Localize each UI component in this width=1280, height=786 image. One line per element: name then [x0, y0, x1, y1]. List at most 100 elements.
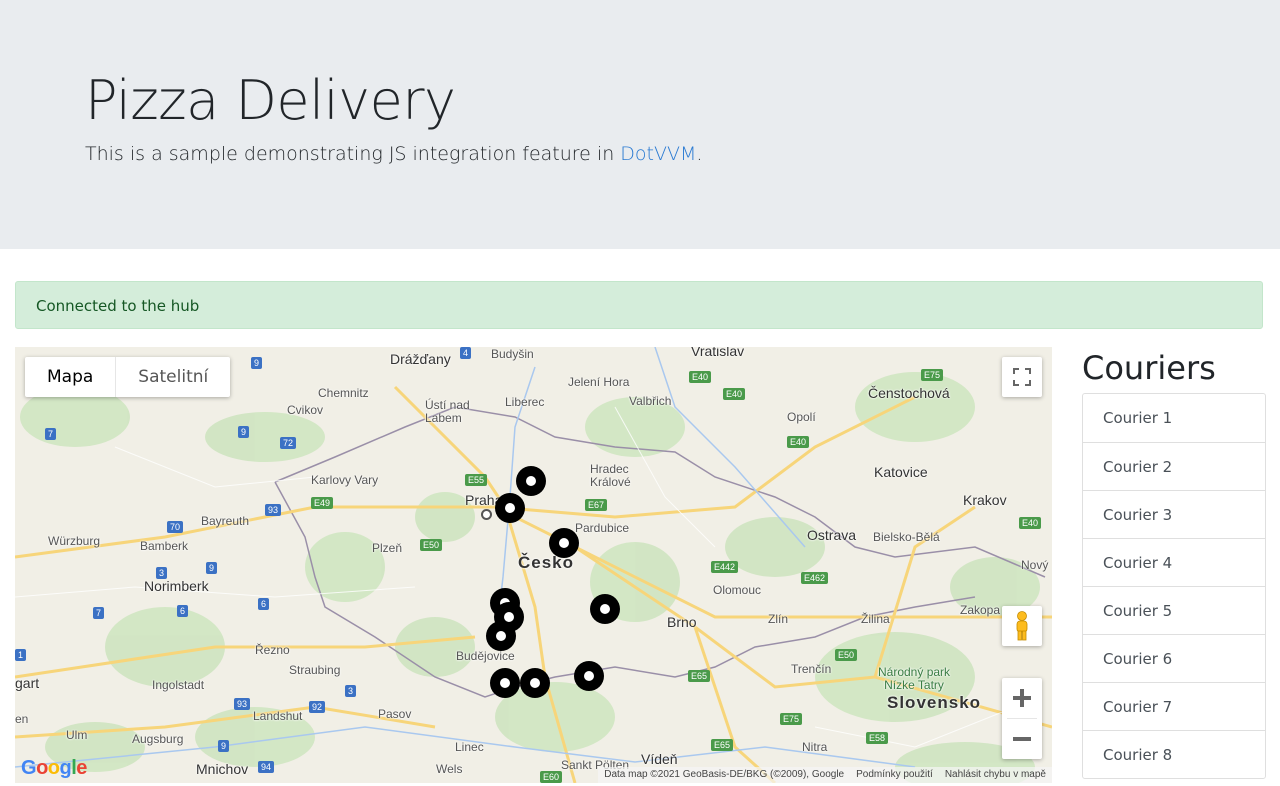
- map-label-ingolstadt: Ingolstadt: [152, 678, 205, 692]
- road-shield: 7: [45, 428, 57, 440]
- couriers-heading: Couriers: [1082, 349, 1216, 387]
- map-label-brno: Brno: [667, 614, 697, 630]
- road-shield: E40: [787, 436, 810, 448]
- road-shield: 9: [251, 357, 263, 369]
- map-label-budysin: Budyšin: [491, 347, 534, 361]
- road-shield: E65: [711, 739, 734, 751]
- map-label-norimberk: Norimberk: [144, 578, 209, 594]
- courier-item[interactable]: Courier 2: [1083, 442, 1265, 490]
- road-shield: E50: [420, 539, 443, 551]
- road-shield: 1: [15, 649, 27, 661]
- courier-marker[interactable]: [495, 493, 525, 523]
- road-shield: E55: [465, 474, 488, 486]
- map-label-censtochova: Čenstochová: [868, 385, 950, 401]
- road-shield: E40: [1019, 517, 1042, 529]
- road-shield: E67: [585, 499, 608, 511]
- map-label-jelenihora: Jelení Hora: [568, 375, 630, 389]
- map-data-credit: Data map ©2021 GeoBasis-DE/BKG (©2009), …: [604, 769, 845, 780]
- google-logo[interactable]: Google: [21, 757, 87, 780]
- road-shield: E50: [835, 649, 858, 661]
- road-shield: 4: [460, 347, 472, 359]
- map-label-opole: Opolí: [787, 410, 816, 424]
- map-label-rezno: Řezno: [255, 643, 290, 657]
- map-label-wels: Wels: [436, 762, 463, 776]
- road-shield: E49: [311, 497, 334, 509]
- zoom-in-button[interactable]: [1002, 678, 1042, 718]
- courier-marker[interactable]: [516, 466, 546, 496]
- road-shield: 9: [238, 426, 250, 438]
- map-label-cvikov: Cvikov: [287, 403, 324, 417]
- lead-text: This is a sample demonstrating JS integr…: [85, 143, 702, 165]
- courier-item[interactable]: Courier 3: [1083, 490, 1265, 538]
- map-label-usti: Ústí nad Labem: [425, 398, 470, 425]
- map-label-en: en: [15, 712, 29, 726]
- courier-marker[interactable]: [486, 621, 516, 651]
- street-view-button[interactable]: [1002, 606, 1042, 646]
- map-label-hradec: Hradec Králové: [590, 462, 631, 489]
- courier-marker[interactable]: [574, 661, 604, 691]
- zoom-out-button[interactable]: [1002, 719, 1042, 759]
- map-type-control: Mapa Satelitní: [25, 357, 231, 397]
- map-label-liberec: Liberec: [505, 395, 545, 409]
- road-shield: E75: [780, 713, 803, 725]
- courier-marker[interactable]: [520, 668, 550, 698]
- courier-item[interactable]: Courier 5: [1083, 586, 1265, 634]
- road-shield: 3: [156, 567, 168, 579]
- map-label-straubing: Straubing: [289, 663, 341, 677]
- road-shield: 3: [345, 685, 357, 697]
- courier-item[interactable]: Courier 1: [1083, 394, 1265, 442]
- map-label-ulm: Ulm: [66, 728, 88, 742]
- courier-item[interactable]: Courier 8: [1083, 730, 1265, 778]
- map-label-karlovyvary: Karlovy Vary: [311, 473, 379, 487]
- terms-link[interactable]: Podmínky použití: [856, 767, 933, 783]
- road-shield: 70: [167, 521, 184, 533]
- map-label-bielsko: Bielsko-Bělá: [873, 530, 940, 544]
- map-label-bamberk: Bamberk: [140, 539, 189, 553]
- map-label-olomouc: Olomouc: [713, 583, 762, 597]
- road-shield: E60: [540, 771, 563, 783]
- courier-item[interactable]: Courier 7: [1083, 682, 1265, 730]
- road-shield: 93: [234, 698, 251, 710]
- map-type-map-button[interactable]: Mapa: [25, 357, 117, 397]
- map-label-viden: Vídeň: [641, 751, 678, 767]
- fullscreen-button[interactable]: [1002, 357, 1042, 397]
- courier-item[interactable]: Courier 4: [1083, 538, 1265, 586]
- road-shield: 92: [309, 701, 326, 713]
- map-label-ostrava: Ostrava: [807, 527, 857, 543]
- map-label-vratislav: Vratislav: [691, 347, 745, 359]
- road-shield: E40: [723, 388, 746, 400]
- map-label-landshut: Landshut: [253, 709, 303, 723]
- map-label-walbrich: Valbřich: [629, 394, 672, 408]
- road-shield: E65: [688, 670, 711, 682]
- courier-marker[interactable]: [549, 528, 579, 558]
- map-label-chemnitz: Chemnitz: [318, 386, 369, 400]
- map-label-cesko: Česko: [518, 553, 575, 572]
- map-label-novy: Nový: [1021, 558, 1049, 572]
- road-shield: 7: [93, 607, 105, 619]
- map-label-plzen: Plzeň: [372, 541, 403, 555]
- map-label-linec: Linec: [455, 740, 484, 754]
- map-label-krakov: Krakov: [963, 492, 1007, 508]
- road-shield: E75: [921, 369, 944, 381]
- report-error-link[interactable]: Nahlásit chybu v mapě: [945, 767, 1046, 783]
- courier-marker[interactable]: [490, 668, 520, 698]
- map-label-drazdany: Drážďany: [390, 351, 451, 367]
- map-label-pasov: Pasov: [378, 707, 412, 721]
- map-label-zlin: Zlín: [768, 612, 789, 626]
- map-label-wurzburg: Würzburg: [48, 534, 101, 548]
- dotvvm-link[interactable]: DotVVM: [620, 143, 696, 165]
- pegman-icon: [1016, 611, 1028, 641]
- map-type-satellite-button[interactable]: Satelitní: [116, 357, 230, 397]
- road-shield: 9: [218, 740, 230, 752]
- fullscreen-icon: [1013, 368, 1031, 386]
- couriers-list: Courier 1 Courier 2 Courier 3 Courier 4 …: [1082, 393, 1266, 779]
- lead-prefix: This is a sample demonstrating JS integr…: [85, 143, 621, 165]
- courier-marker[interactable]: [590, 594, 620, 624]
- map-label-zilina: Žilina: [861, 612, 890, 626]
- courier-item[interactable]: Courier 6: [1083, 634, 1265, 682]
- map[interactable]: Drážďany Budyšin Vratislav Chemnitz Jele…: [15, 347, 1052, 783]
- map-label-katovice: Katovice: [874, 464, 928, 480]
- map-label-park: Národný park Nízke Tatry: [878, 665, 951, 692]
- city-dot: [481, 509, 492, 520]
- jumbotron: Pizza Delivery This is a sample demonstr…: [0, 0, 1280, 249]
